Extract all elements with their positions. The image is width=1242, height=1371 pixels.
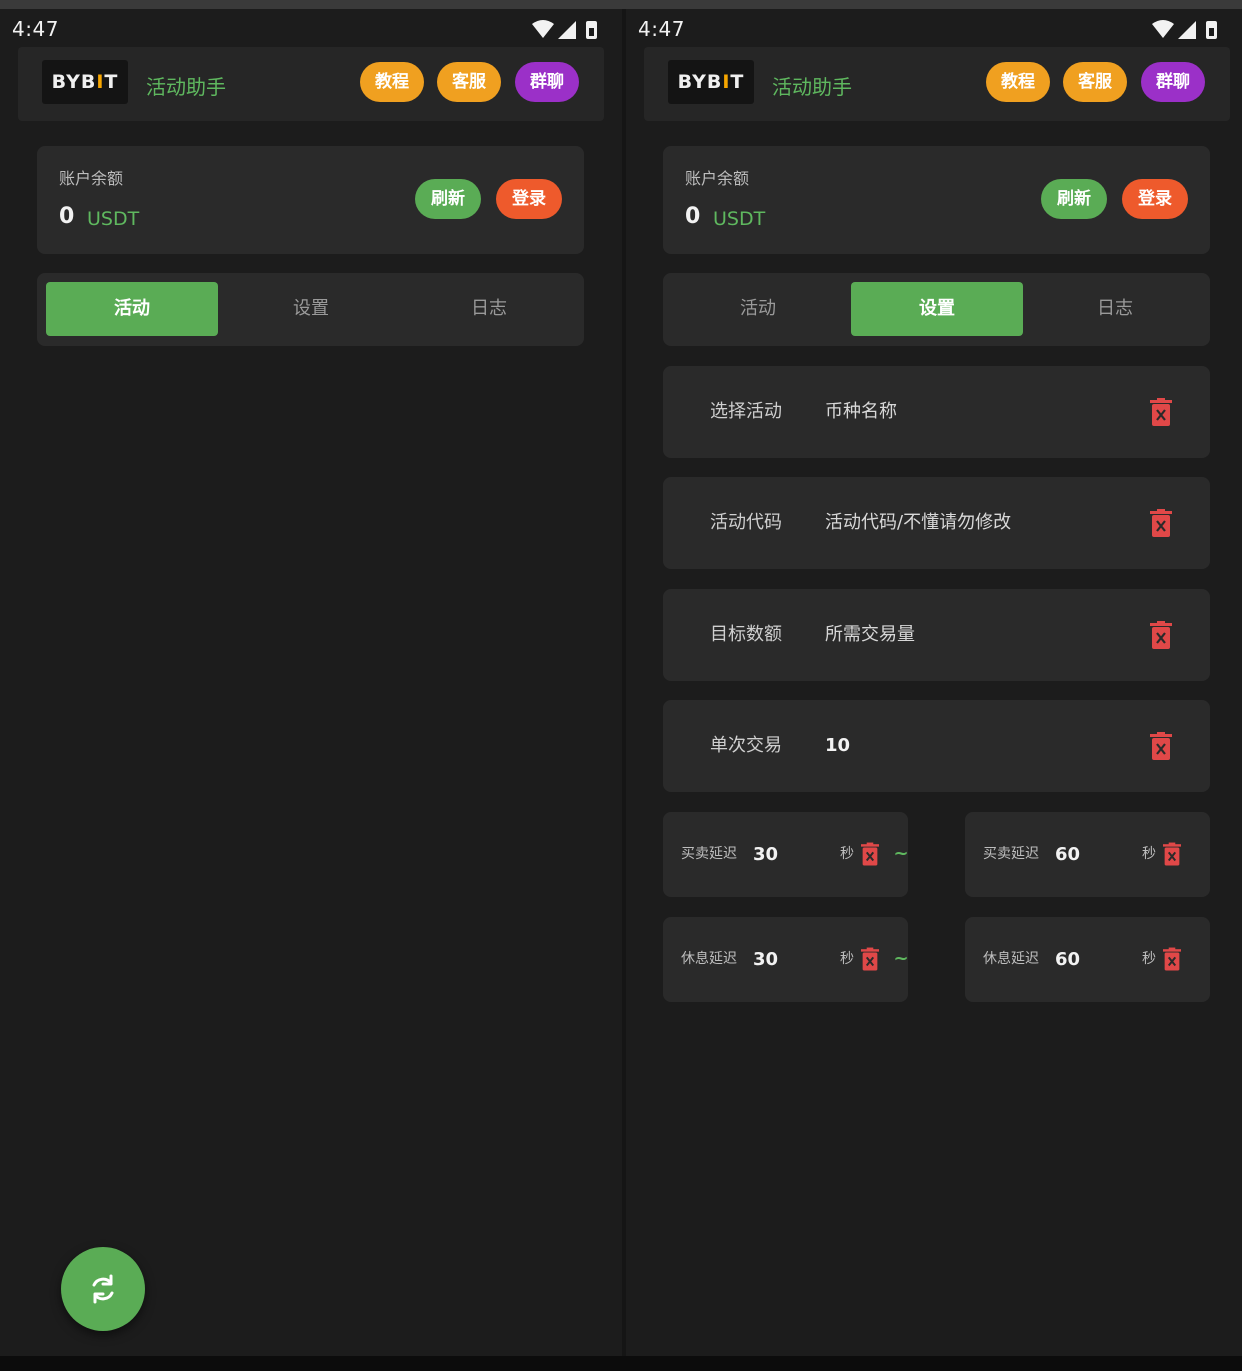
tab-settings[interactable]: 设置	[225, 282, 397, 336]
signal-icon	[1178, 21, 1196, 39]
trade-delay-label: 买卖延迟	[983, 846, 1039, 862]
bottom-strip	[0, 1356, 1242, 1371]
tab-activity[interactable]: 活动	[672, 282, 844, 336]
bybit-logo: BYBIT	[668, 60, 754, 104]
balance-label: 账户余额	[685, 169, 750, 188]
setting-label: 活动代码	[710, 512, 782, 533]
tab-log[interactable]: 日志	[403, 282, 575, 336]
status-icons	[1152, 20, 1217, 39]
rest-delay-label: 休息延迟	[983, 951, 1039, 967]
refresh-button[interactable]: 刷新	[415, 179, 481, 219]
rest-delay-max[interactable]: 休息延迟 60 秒	[965, 917, 1210, 1002]
top-strip	[0, 0, 1242, 9]
app-title: 活动助手	[146, 75, 226, 99]
login-button[interactable]: 登录	[496, 179, 562, 219]
trade-delay-min[interactable]: 买卖延迟 30 秒	[663, 812, 908, 897]
delete-icon[interactable]	[1163, 842, 1181, 866]
right-screen: 4:47 BYBIT 活动助手 教程 客服 群聊 账户余额 0 USDT 刷新 …	[626, 9, 1242, 1356]
delete-icon[interactable]	[1150, 509, 1172, 537]
balance-label: 账户余额	[59, 169, 124, 188]
tutorial-button[interactable]: 教程	[986, 62, 1050, 102]
left-screen: 4:47 BYBIT 活动助手 教程 客服 群聊 账户余额 0 USDT 刷新 …	[0, 9, 622, 1356]
balance-card: 账户余额 0 USDT 刷新 登录	[37, 146, 584, 254]
rest-delay-label: 休息延迟	[681, 951, 737, 967]
setting-row-activity[interactable]: 选择活动 币种名称	[663, 366, 1210, 458]
app-header: BYBIT 活动助手 教程 客服 群聊	[644, 47, 1230, 121]
setting-label: 选择活动	[710, 401, 782, 422]
tab-log[interactable]: 日志	[1029, 282, 1201, 336]
setting-input[interactable]: 所需交易量	[825, 589, 915, 681]
setting-row-single-trade[interactable]: 单次交易 10	[663, 700, 1210, 792]
delete-icon[interactable]	[1163, 947, 1181, 971]
setting-label: 单次交易	[710, 735, 782, 756]
trade-delay-label: 买卖延迟	[681, 846, 737, 862]
seconds-unit: 秒	[1142, 846, 1156, 862]
setting-row-code[interactable]: 活动代码 活动代码/不懂请勿修改	[663, 477, 1210, 569]
balance-unit: USDT	[87, 208, 140, 230]
tutorial-button[interactable]: 教程	[360, 62, 424, 102]
refresh-icon	[92, 1274, 114, 1304]
setting-input[interactable]: 币种名称	[825, 366, 897, 458]
tab-bar: 活动 设置 日志	[37, 273, 584, 346]
bybit-logo: BYBIT	[42, 60, 128, 104]
status-bar: 4:47	[12, 17, 602, 43]
setting-label: 目标数额	[710, 624, 782, 645]
tab-settings[interactable]: 设置	[851, 282, 1023, 336]
trade-delay-min-input[interactable]: 30	[753, 812, 778, 897]
balance-value: 0	[685, 204, 701, 229]
wifi-icon	[1152, 20, 1174, 38]
group-chat-button[interactable]: 群聊	[1141, 62, 1205, 102]
login-button[interactable]: 登录	[1122, 179, 1188, 219]
tab-activity[interactable]: 活动	[46, 282, 218, 336]
delete-icon[interactable]	[861, 842, 879, 866]
app-header: BYBIT 活动助手 教程 客服 群聊	[18, 47, 604, 121]
balance-value: 0	[59, 204, 75, 229]
seconds-unit: 秒	[840, 951, 854, 967]
signal-icon	[558, 21, 576, 39]
status-bar: 4:47	[638, 17, 1222, 43]
support-button[interactable]: 客服	[437, 62, 501, 102]
wifi-icon	[532, 20, 554, 38]
balance-card: 账户余额 0 USDT 刷新 登录	[663, 146, 1210, 254]
seconds-unit: 秒	[1142, 951, 1156, 967]
setting-input[interactable]: 活动代码/不懂请勿修改	[825, 477, 1011, 569]
delete-icon[interactable]	[1150, 732, 1172, 760]
range-separator: ~	[893, 843, 909, 864]
delete-icon[interactable]	[1150, 621, 1172, 649]
trade-delay-max[interactable]: 买卖延迟 60 秒	[965, 812, 1210, 897]
rest-delay-min[interactable]: 休息延迟 30 秒	[663, 917, 908, 1002]
range-separator: ~	[893, 948, 909, 969]
setting-input[interactable]: 10	[825, 700, 850, 792]
support-button[interactable]: 客服	[1063, 62, 1127, 102]
balance-unit: USDT	[713, 208, 766, 230]
group-chat-button[interactable]: 群聊	[515, 62, 579, 102]
tab-bar: 活动 设置 日志	[663, 273, 1210, 346]
refresh-fab[interactable]	[61, 1247, 145, 1331]
status-time: 4:47	[12, 17, 59, 41]
trade-delay-max-input[interactable]: 60	[1055, 812, 1080, 897]
delete-icon[interactable]	[861, 947, 879, 971]
setting-row-target[interactable]: 目标数额 所需交易量	[663, 589, 1210, 681]
refresh-button[interactable]: 刷新	[1041, 179, 1107, 219]
status-time: 4:47	[638, 17, 685, 41]
rest-delay-min-input[interactable]: 30	[753, 917, 778, 1002]
app-title: 活动助手	[772, 75, 852, 99]
delete-icon[interactable]	[1150, 398, 1172, 426]
rest-delay-max-input[interactable]: 60	[1055, 917, 1080, 1002]
seconds-unit: 秒	[840, 846, 854, 862]
status-icons	[532, 20, 597, 39]
